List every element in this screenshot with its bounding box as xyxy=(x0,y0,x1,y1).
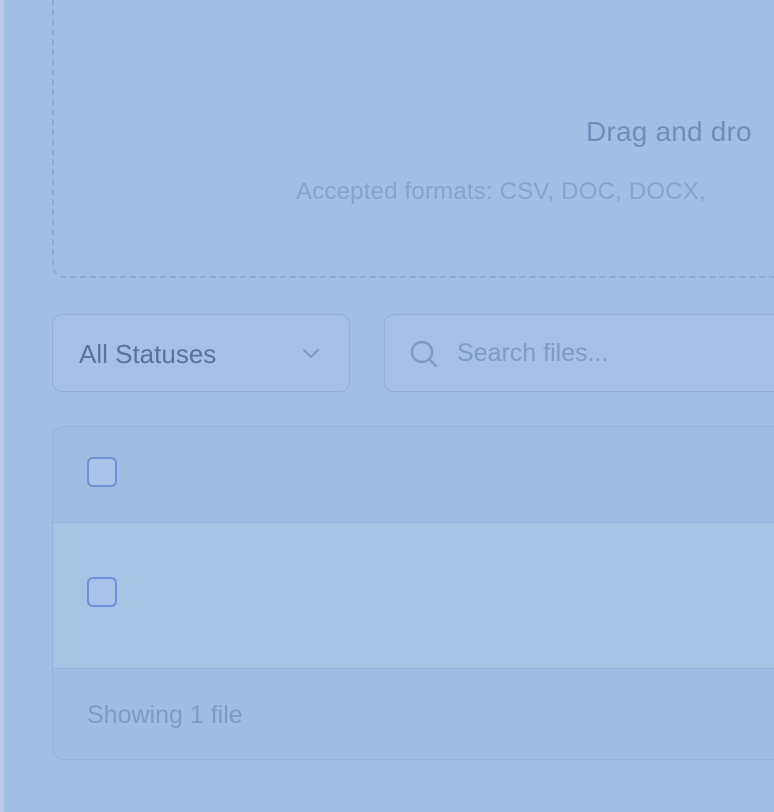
left-edge-divider xyxy=(0,0,4,812)
table-row[interactable] xyxy=(53,523,774,669)
status-filter-select[interactable]: All Statuses xyxy=(52,314,350,392)
search-box[interactable] xyxy=(384,314,774,392)
search-input[interactable] xyxy=(457,315,774,391)
select-all-checkbox[interactable] xyxy=(87,457,117,487)
search-icon xyxy=(410,340,438,368)
status-filter-value: All Statuses xyxy=(79,339,217,369)
file-upload-page: Drag and dro Accepted formats: CSV, DOC,… xyxy=(0,0,774,812)
table-header xyxy=(53,427,774,523)
chevron-down-icon xyxy=(303,349,319,358)
accepted-formats-text: Accepted formats: CSV, DOC, DOCX, xyxy=(296,178,706,205)
row-checkbox[interactable] xyxy=(87,577,117,607)
table-footer: Showing 1 file xyxy=(53,669,774,759)
files-table: Showing 1 file xyxy=(52,426,774,760)
file-count-text: Showing 1 file xyxy=(87,701,243,729)
dropzone-title: Drag and dro xyxy=(586,116,752,147)
